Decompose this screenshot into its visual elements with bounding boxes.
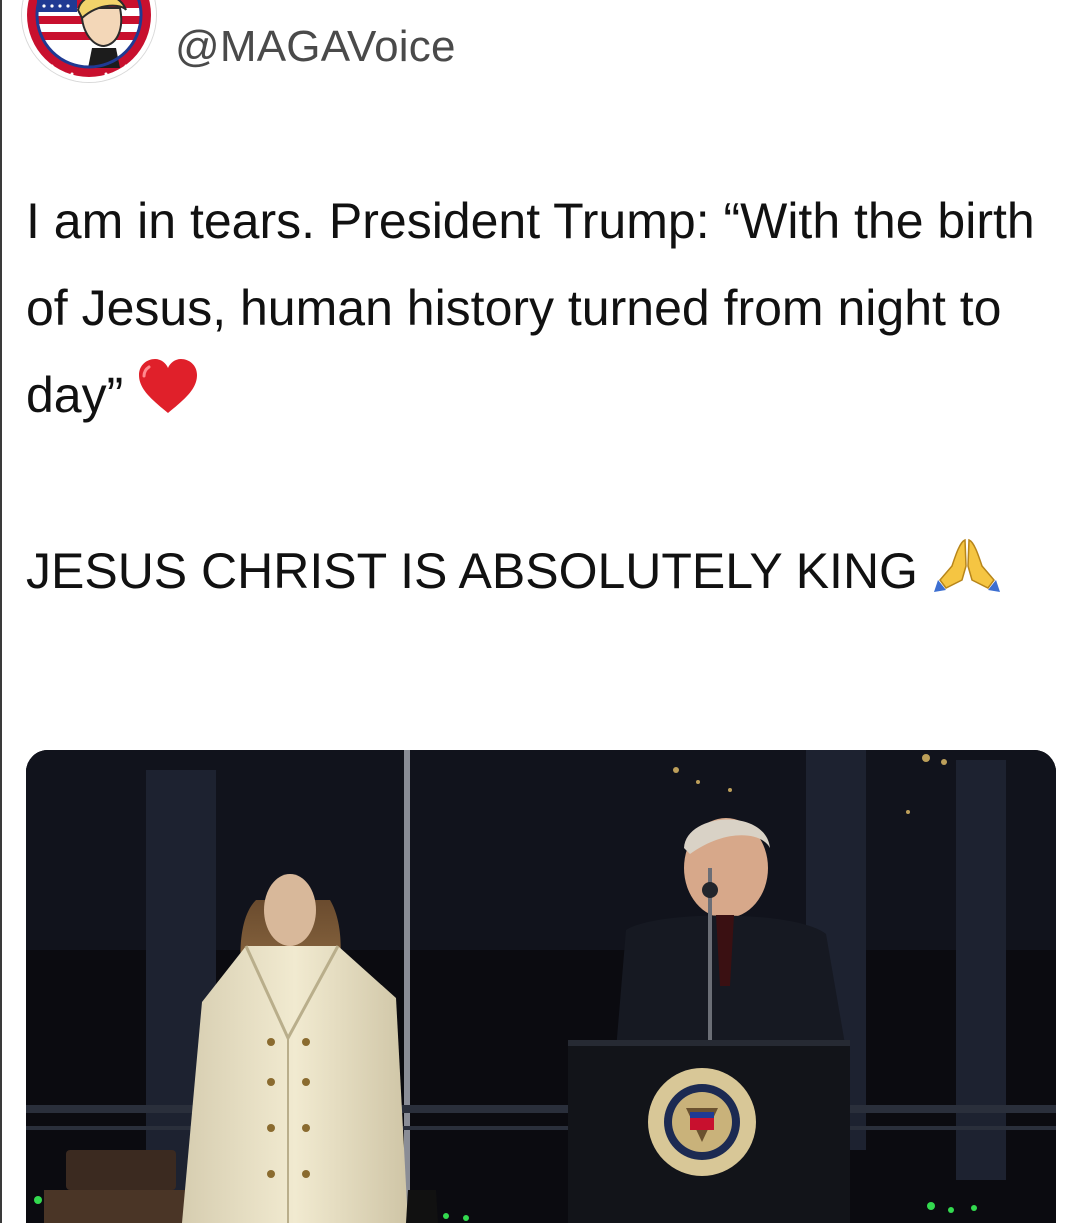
- patriotic-cartoon-avatar-icon: [22, 0, 156, 82]
- event-video-frame: [26, 750, 1056, 1223]
- red-heart-icon: [137, 355, 199, 442]
- tweet-header: @MAGAVoice: [0, 0, 1080, 90]
- account-handle[interactable]: @MAGAVoice: [175, 22, 456, 72]
- folded-hands-icon: [932, 532, 1002, 619]
- tweet-text: I am in tears. President Trump: “With th…: [26, 178, 1056, 619]
- avatar[interactable]: [22, 0, 156, 82]
- tweet-paragraph-2-text: JESUS CHRIST IS ABSOLUTELY KING: [26, 543, 918, 600]
- video-thumbnail[interactable]: [26, 750, 1056, 1223]
- left-edge-rule: [0, 0, 2, 1223]
- tweet-paragraph: I am in tears. President Trump: “With th…: [26, 178, 1056, 442]
- tweet-paragraph: JESUS CHRIST IS ABSOLUTELY KING: [26, 528, 1056, 618]
